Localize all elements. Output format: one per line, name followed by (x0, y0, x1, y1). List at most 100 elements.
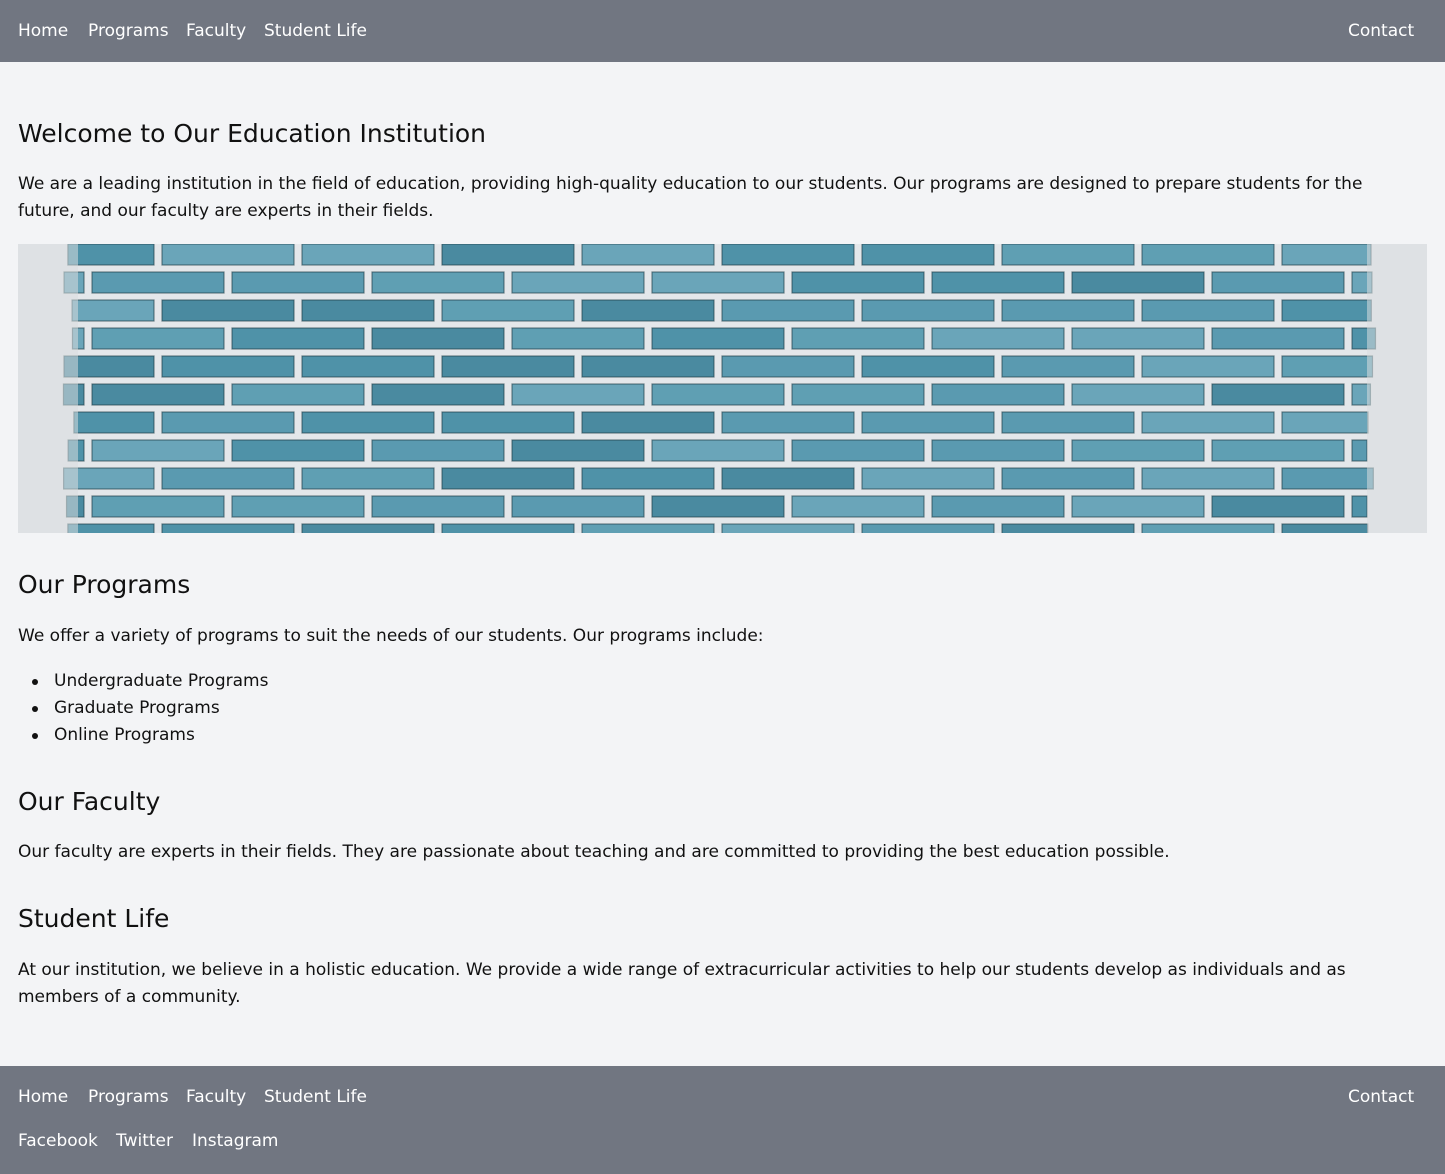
list-item: Undergraduate Programs (18, 668, 268, 695)
brick (931, 327, 1065, 350)
footer-link-facebook[interactable]: Facebook (18, 1130, 98, 1152)
footer-link-instagram[interactable]: Instagram (192, 1130, 279, 1152)
brick (161, 411, 295, 434)
brick (931, 439, 1065, 462)
brick (581, 244, 715, 266)
brick (1281, 411, 1369, 434)
brick (161, 299, 295, 322)
brick (1071, 495, 1205, 518)
brick (511, 495, 645, 518)
brick (161, 355, 295, 378)
brick (1141, 411, 1275, 434)
brick (1211, 439, 1345, 462)
brick-wall-image-icon (18, 244, 1427, 533)
brick (931, 495, 1065, 518)
brick (301, 523, 435, 533)
brick (1351, 495, 1368, 518)
brick (1211, 495, 1345, 518)
brick (301, 411, 435, 434)
nav-link-home[interactable]: Home (18, 20, 68, 42)
brick (861, 523, 995, 533)
hero-image (18, 244, 1427, 533)
brick (931, 383, 1065, 406)
brick (511, 327, 645, 350)
brick (301, 355, 435, 378)
brick (371, 495, 505, 518)
brick (301, 299, 435, 322)
brick (1071, 439, 1205, 462)
brick (1281, 355, 1374, 378)
brick (1001, 244, 1135, 266)
brick (581, 299, 715, 322)
brick (231, 327, 365, 350)
brick (861, 411, 995, 434)
brick (861, 467, 995, 490)
brick (301, 244, 435, 266)
brick (71, 299, 155, 322)
brick (441, 299, 575, 322)
footer-link-twitter[interactable]: Twitter (116, 1130, 173, 1152)
brick (67, 523, 155, 533)
brick (721, 523, 855, 533)
brick (371, 271, 505, 294)
brick (581, 467, 715, 490)
brick (91, 383, 225, 406)
nav-link-student-life[interactable]: Student Life (264, 20, 367, 42)
brick (1001, 523, 1135, 533)
brick (861, 299, 995, 322)
brick (1281, 299, 1372, 322)
brick (791, 383, 925, 406)
brick (161, 244, 295, 266)
footer-link-student-life[interactable]: Student Life (264, 1086, 367, 1108)
brick (861, 355, 995, 378)
nav-link-programs[interactable]: Programs (88, 20, 169, 42)
programs-heading: Our Programs (18, 570, 191, 599)
brick (511, 271, 645, 294)
brick (721, 411, 855, 434)
brick (721, 467, 855, 490)
brick (1211, 271, 1345, 294)
welcome-heading: Welcome to Our Education Institution (18, 119, 487, 148)
brick (1001, 411, 1135, 434)
brick (441, 411, 575, 434)
brick (67, 244, 155, 266)
top-navigation-bar: Home Programs Faculty Student Life Conta… (0, 0, 1445, 62)
footer: Home Programs Faculty Student Life Conta… (0, 1066, 1445, 1174)
brick (231, 271, 365, 294)
nav-link-contact[interactable]: Contact (1348, 20, 1414, 42)
footer-link-contact[interactable]: Contact (1348, 1086, 1414, 1108)
brick (861, 244, 995, 266)
brick (441, 467, 575, 490)
brick (73, 411, 155, 434)
programs-list: Undergraduate Programs Graduate Programs… (18, 668, 268, 749)
brick (1141, 299, 1275, 322)
brick (511, 383, 645, 406)
brick (1071, 327, 1205, 350)
brick (161, 467, 295, 490)
programs-paragraph: We offer a variety of programs to suit t… (18, 626, 764, 646)
student-life-paragraph: At our institution, we believe in a holi… (18, 960, 1346, 1007)
brick (581, 411, 715, 434)
brick (651, 383, 785, 406)
brick (1141, 467, 1275, 490)
brick (91, 495, 225, 518)
list-item: Online Programs (18, 722, 268, 749)
brick (1001, 355, 1135, 378)
brick (1211, 383, 1345, 406)
brick (791, 495, 925, 518)
wall-edge (1367, 244, 1427, 533)
brick (651, 439, 785, 462)
list-item: Graduate Programs (18, 695, 268, 722)
footer-link-programs[interactable]: Programs (88, 1086, 169, 1108)
nav-link-faculty[interactable]: Faculty (186, 20, 246, 42)
brick (91, 327, 225, 350)
brick (791, 327, 925, 350)
footer-link-faculty[interactable]: Faculty (186, 1086, 246, 1108)
brick (301, 467, 435, 490)
brick (581, 355, 715, 378)
student-life-heading: Student Life (18, 904, 170, 933)
brick (1141, 355, 1275, 378)
brick (1001, 299, 1135, 322)
footer-link-home[interactable]: Home (18, 1086, 68, 1108)
brick (721, 244, 855, 266)
